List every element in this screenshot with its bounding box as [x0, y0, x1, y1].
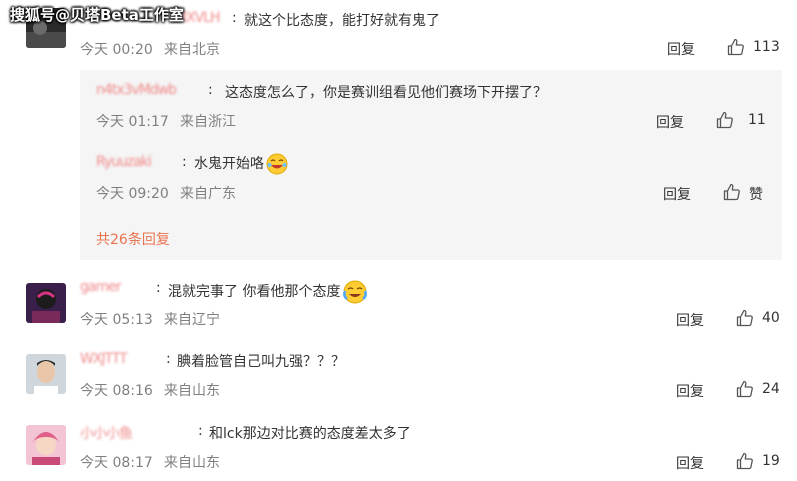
reply-button[interactable]: 回复 [656, 112, 684, 132]
colon: : [232, 10, 237, 26]
colon: : [208, 82, 213, 98]
comment-time: 今天 05:13 [80, 312, 153, 328]
reply-time: 今天 09:20 [96, 186, 169, 202]
colon: : [198, 423, 203, 439]
reply-username[interactable]: n4tx3vMdwb [96, 82, 177, 98]
comment-text: 混就完事了 你看他那个态度 [168, 284, 341, 300]
thumbs-up-icon[interactable] [716, 111, 734, 129]
thumbs-up-icon[interactable] [736, 452, 754, 470]
laughing-emoji-icon [266, 153, 288, 175]
reply-button[interactable]: 回复 [676, 453, 704, 473]
thumbs-up-icon[interactable] [736, 380, 754, 398]
reply-button[interactable]: 回复 [663, 184, 691, 204]
reply-location: 来自广东 [180, 186, 236, 202]
reply-location: 来自浙江 [180, 114, 236, 130]
reply-text: 这态度怎么了，你是赛训组看见他们赛场下开摆了？ [225, 85, 547, 101]
like-count: 40 [762, 310, 780, 326]
thumbs-up-icon[interactable] [723, 183, 741, 201]
comment-time: 今天 00:20 [80, 42, 153, 58]
like-count: 24 [762, 381, 780, 397]
comment-location: 来自山东 [164, 383, 220, 399]
comment-time: 今天 08:17 [80, 455, 153, 471]
comment-username[interactable]: gamer [80, 279, 121, 295]
watermark: 搜狐号@贝塔Beta工作室 [10, 6, 184, 24]
reply-button[interactable]: 回复 [676, 381, 704, 401]
like-count: 11 [748, 112, 766, 128]
like-label: 赞 [749, 187, 763, 203]
reply-time: 今天 01:17 [96, 114, 169, 130]
like-count: 19 [762, 453, 780, 469]
avatar[interactable] [26, 354, 66, 394]
like-count: 113 [753, 39, 780, 55]
reply-text: 水鬼开始咯 [194, 156, 264, 172]
comment-text-row: 混就完事了 你看他那个态度 [168, 279, 368, 305]
reply-button[interactable]: 回复 [676, 310, 704, 330]
comment-username[interactable]: 小小小鱼 [80, 423, 133, 443]
colon: : [156, 280, 161, 296]
comment-location: 来自北京 [164, 42, 220, 58]
comment-text: 就这个比态度，能打好就有鬼了 [244, 13, 440, 29]
colon: : [182, 154, 187, 170]
comment-username[interactable]: WXJTTT [80, 351, 128, 367]
comment-text: 腆着脸管自己叫九强？？？ [177, 354, 345, 370]
more-replies-link[interactable]: 共26条回复 [96, 229, 170, 249]
comment-time: 今天 08:16 [80, 383, 153, 399]
avatar[interactable] [26, 425, 66, 465]
comment-text: 和lck那边对比赛的态度差太多了 [209, 426, 411, 442]
tearful-emoji-icon [342, 279, 368, 305]
comment-location: 来自山东 [164, 455, 220, 471]
avatar[interactable] [26, 283, 66, 323]
thumbs-up-icon[interactable] [727, 38, 745, 56]
reply-text-row: 水鬼开始咯 [194, 153, 288, 175]
reply-username[interactable]: Ryuuzaki [96, 154, 152, 170]
thumbs-up-icon[interactable] [736, 309, 754, 327]
colon: : [166, 351, 171, 367]
reply-button[interactable]: 回复 [667, 39, 695, 59]
comment-location: 来自辽宁 [164, 312, 220, 328]
